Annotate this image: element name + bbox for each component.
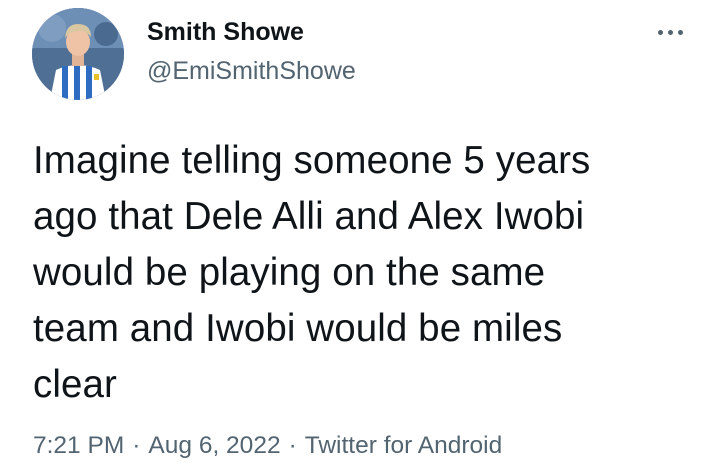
more-horizontal-icon-dot [677,29,683,35]
tweet-card: Smith Showe @EmiSmithShowe Imagine telli… [0,0,720,464]
tweet-source[interactable]: Twitter for Android [305,432,502,459]
tweet-time[interactable]: 7:21 PM [33,432,124,459]
tweet-text: Imagine telling someone 5 years ago that… [33,139,591,406]
meta-separator: · [288,432,297,459]
author-display-name[interactable]: Smith Showe [147,16,304,48]
more-horizontal-icon-dot [667,29,673,35]
author-handle[interactable]: @EmiSmithShowe [147,55,356,87]
tweet-date[interactable]: Aug 6, 2022 [148,432,280,459]
more-options-button[interactable] [650,18,690,46]
tweet-metadata: 7:21 PM · Aug 6, 2022 · Twitter for Android [33,430,502,462]
avatar-photo [32,8,124,100]
avatar[interactable] [32,8,124,100]
meta-separator: · [132,432,141,459]
more-horizontal-icon [657,29,663,35]
